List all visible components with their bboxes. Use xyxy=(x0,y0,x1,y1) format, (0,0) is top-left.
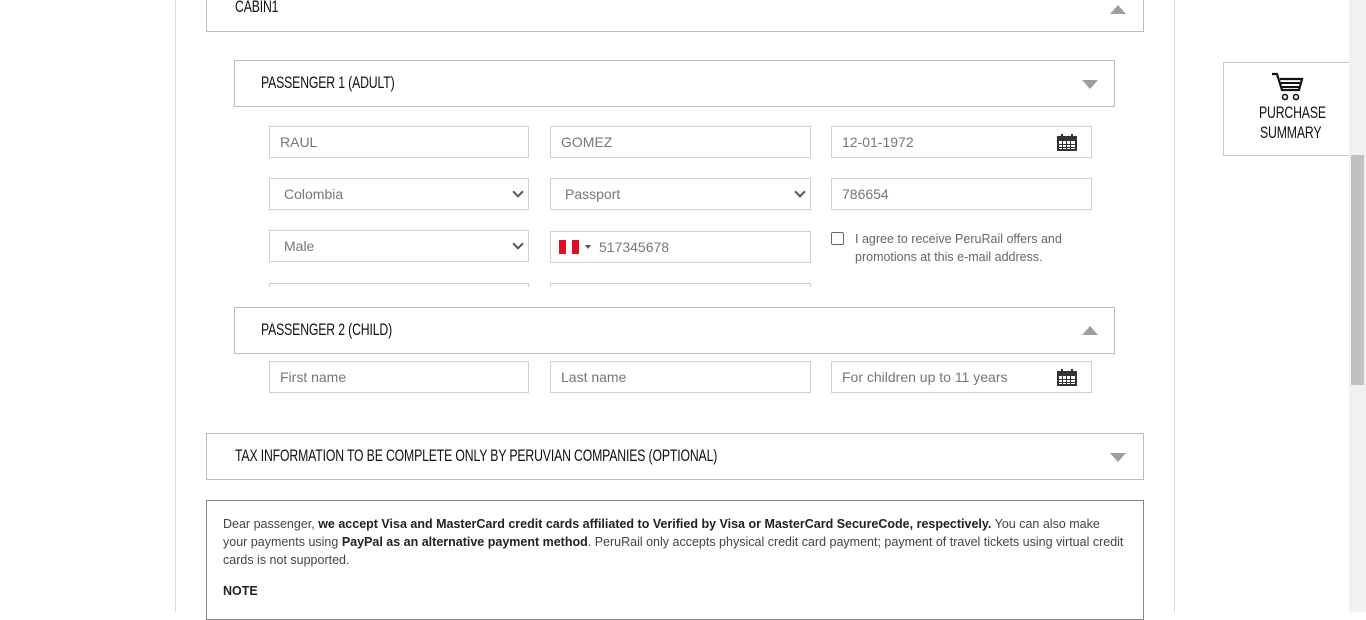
payment-notice-text: Dear passenger, we accept Visa and Maste… xyxy=(223,515,1127,569)
birth-date-placeholder: For children up to 11 years xyxy=(842,369,1008,385)
document-number-input[interactable]: 786654 xyxy=(831,178,1092,210)
collapse-arrow-icon xyxy=(1110,5,1126,14)
birth-date-input[interactable]: 12-01-1972 xyxy=(831,126,1092,158)
scrollbar-track[interactable] xyxy=(1349,0,1366,612)
last-name-input[interactable]: GOMEZ xyxy=(550,126,811,158)
notice-bold: PayPal as an alternative payment method xyxy=(341,535,588,549)
first-name-input[interactable]: RAUL xyxy=(269,126,529,158)
nationality-value: Colombia xyxy=(284,186,344,202)
passenger-2-title: PASSENGER 2 (CHILD) xyxy=(261,320,393,339)
summary-line-1: PURCHASE xyxy=(1259,103,1326,122)
first-name-value: RAUL xyxy=(280,134,318,150)
cabin-header[interactable]: CABIN1 xyxy=(206,0,1144,32)
chevron-down-icon xyxy=(512,186,524,198)
expand-arrow-icon xyxy=(1110,453,1126,462)
calendar-icon[interactable] xyxy=(1057,134,1077,151)
first-name-placeholder: First name xyxy=(280,369,347,385)
tax-info-title: TAX INFORMATION TO BE COMPLETE ONLY BY P… xyxy=(235,446,718,465)
child-birth-date-input[interactable]: For children up to 11 years xyxy=(831,361,1092,393)
phone-input[interactable]: 517345678 xyxy=(550,231,811,263)
passenger-1-title: PASSENGER 1 (ADULT) xyxy=(261,73,395,92)
purchase-summary-button[interactable]: PURCHASE SUMMARY xyxy=(1223,62,1353,156)
passenger-2-header[interactable]: PASSENGER 2 (CHILD) xyxy=(234,307,1115,354)
last-name-placeholder: Last name xyxy=(561,369,627,385)
payment-notice: Dear passenger, we accept Visa and Maste… xyxy=(206,500,1144,620)
phone-value: 517345678 xyxy=(599,239,670,255)
child-first-name-input[interactable]: First name xyxy=(269,361,529,393)
last-name-value: GOMEZ xyxy=(561,134,613,150)
chevron-down-icon xyxy=(794,186,806,198)
content-border-left xyxy=(175,0,176,612)
collapse-arrow-icon xyxy=(1082,326,1098,335)
content-border-right xyxy=(1174,0,1175,612)
gender-select[interactable]: Male xyxy=(269,230,529,262)
shopping-cart-icon xyxy=(1272,72,1304,101)
chevron-down-icon xyxy=(512,238,524,250)
email-confirm-input-partial[interactable] xyxy=(550,283,811,287)
note-label: NOTE xyxy=(223,584,258,598)
tax-info-header[interactable]: TAX INFORMATION TO BE COMPLETE ONLY BY P… xyxy=(206,433,1144,480)
nationality-select[interactable]: Colombia xyxy=(269,178,529,210)
notice-text: Dear passenger, xyxy=(223,517,319,531)
summary-line-2: SUMMARY xyxy=(1260,123,1322,142)
expand-arrow-icon xyxy=(1082,80,1098,89)
notice-bold: we accept Visa and MasterCard credit car… xyxy=(318,517,992,531)
calendar-icon[interactable] xyxy=(1057,369,1077,386)
offers-label: I agree to receive PeruRail offers and p… xyxy=(855,232,1062,264)
document-type-select[interactable]: Passport xyxy=(550,178,811,210)
birth-date-value: 12-01-1972 xyxy=(842,134,914,150)
document-type-value: Passport xyxy=(565,186,621,202)
document-number-value: 786654 xyxy=(842,186,889,202)
cabin-title: CABIN1 xyxy=(235,0,279,16)
child-last-name-input[interactable]: Last name xyxy=(550,361,811,393)
offers-consent: I agree to receive PeruRail offers and p… xyxy=(831,230,1081,266)
country-dropdown-caret-icon[interactable] xyxy=(585,245,591,249)
passenger-1-header[interactable]: PASSENGER 1 (ADULT) xyxy=(234,60,1115,107)
gender-value: Male xyxy=(284,238,315,254)
peru-flag-icon[interactable] xyxy=(559,240,580,254)
scrollbar-thumb[interactable] xyxy=(1351,155,1364,385)
offers-checkbox[interactable] xyxy=(831,232,844,245)
email-input-partial[interactable] xyxy=(269,283,529,287)
